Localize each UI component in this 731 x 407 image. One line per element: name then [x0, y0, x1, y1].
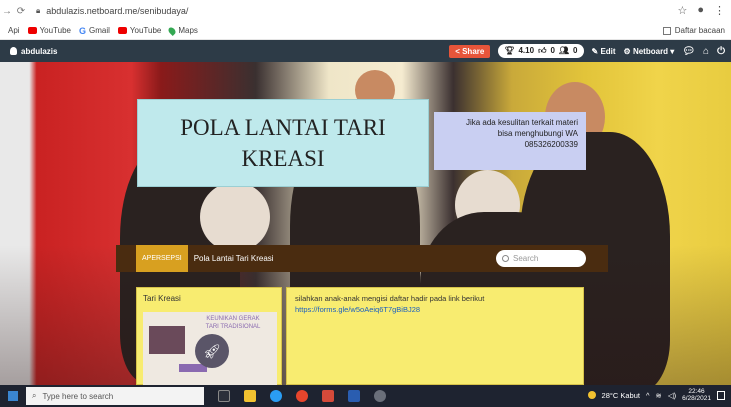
search-input[interactable]: Search [496, 250, 586, 267]
card-tari-kreasi[interactable]: Tari Kreasi KEUNIKAN GERAK TARI TRADISIO… [136, 287, 282, 386]
board-title-line2: KREASI [241, 146, 325, 171]
rating-value: 4.10 [518, 46, 535, 55]
reload-icon[interactable]: ⟳ [14, 6, 28, 17]
bookmark-apps[interactable]: Api [8, 26, 20, 35]
lock-icon: 🔒︎ [36, 6, 41, 15]
windows-start-icon[interactable] [8, 391, 18, 401]
notification-icon[interactable] [717, 390, 725, 400]
followers-value: 0 [573, 46, 578, 55]
followers-icon: 👥︎ [558, 46, 570, 55]
username: abdulazis [21, 46, 58, 56]
user-icon [10, 47, 17, 55]
board-toolbar: APERSEPSI Pola Lantai Tari Kreasi Search [116, 245, 608, 272]
windows-taskbar: ⌕ Type here to search 28°C Kabut ^ ≋ ◁) … [0, 385, 731, 407]
browser-actions: ☆ ● ⋮ [677, 4, 725, 17]
app-icon[interactable] [374, 390, 386, 402]
likes-value: 0 [550, 46, 555, 55]
search-icon: ⌕ [32, 391, 37, 400]
netboard-label: Netboard [632, 46, 669, 56]
word-icon[interactable] [348, 390, 360, 402]
reading-list-icon [662, 26, 671, 35]
rating-icon: 🏆︎ [504, 46, 515, 55]
edit-label: Edit [600, 46, 616, 56]
bookmark-gmail[interactable]: G Gmail [79, 26, 110, 36]
share-label: Share [462, 46, 485, 56]
clock[interactable]: 22:46 6/28/2021 [682, 388, 711, 403]
like-icon: 👍︎ [538, 46, 547, 55]
thumbnail-caption: KEUNIKAN GERAK TARI TRADISIONAL [193, 316, 273, 332]
navbar-actions: < Share 🏆︎ 4.10 👍︎ 0 👥︎ 0 ✎ Edit ⚙ Netboard… [449, 44, 725, 58]
power-icon[interactable]: ⏻ [717, 46, 725, 57]
bookmark-label: YouTube [129, 26, 162, 35]
youtube-icon [27, 27, 37, 34]
google-icon: G [79, 25, 87, 36]
card-attendance[interactable]: silahkan anak-anak mengisi daftar hadir … [286, 287, 584, 385]
board-title-card[interactable]: POLA LANTAI TARI KREASI [137, 99, 429, 187]
rocket-icon[interactable]: 🚀︎ [195, 334, 229, 368]
section-title: Pola Lantai Tari Kreasi [193, 254, 274, 263]
dancer-face [200, 182, 270, 252]
attendance-link[interactable]: https://forms.gle/w5oAeiq6T7gBiBJ28 [295, 305, 575, 316]
weather-icon [587, 391, 596, 400]
tray-chevron-icon[interactable]: ^ [646, 391, 650, 400]
netboard-menu[interactable]: ⚙ Netboard ▾ [624, 47, 675, 56]
screen: → ⟳ 🔒︎ abdulazis.netboard.me/senibudaya/… [0, 0, 731, 407]
edit-button[interactable]: ✎ Edit [592, 47, 616, 56]
site-navbar: abdulazis < Share 🏆︎ 4.10 👍︎ 0 👥︎ 0 ✎ Edit … [0, 40, 731, 62]
bookmark-youtube[interactable]: YouTube [27, 26, 71, 35]
reading-list[interactable]: Daftar bacaan [662, 26, 725, 35]
bookmark-label: Api [8, 26, 20, 35]
thumbnail-caption-line: TARI TRADISIONAL [205, 323, 261, 330]
thumbnail-caption-line: KEUNIKAN GERAK [206, 316, 260, 322]
bookmark-label: Maps [178, 26, 198, 35]
url-field[interactable]: abdulazis.netboard.me/senibudaya/ [46, 6, 188, 16]
board-title: POLA LANTAI TARI KREASI [180, 112, 385, 174]
bookmark-maps[interactable]: Maps [167, 25, 198, 36]
weather-text[interactable]: 28°C Kabut [602, 391, 640, 400]
browser-address-bar: → ⟳ 🔒︎ abdulazis.netboard.me/senibudaya/… [0, 0, 731, 22]
attendance-text: silahkan anak-anak mengisi daftar hadir … [295, 294, 485, 303]
system-tray: 28°C Kabut ^ ≋ ◁) 22:46 6/28/2021 [587, 388, 725, 403]
chrome-icon[interactable] [322, 390, 334, 402]
share-button[interactable]: < Share [449, 44, 491, 58]
forward-icon[interactable]: → [0, 6, 14, 17]
bookmark-label: Gmail [89, 26, 110, 35]
youtube-icon [117, 27, 127, 34]
card-thumbnail[interactable]: KEUNIKAN GERAK TARI TRADISIONAL 🚀︎ [143, 312, 277, 386]
contact-line: bisa menghubungi WA [497, 128, 578, 138]
maps-icon [167, 25, 178, 36]
bookmark-label: YouTube [39, 26, 71, 35]
clock-time: 22:46 [688, 388, 705, 395]
home-icon[interactable]: ⌂ [703, 46, 709, 57]
thumbnail-photo [149, 326, 185, 354]
file-explorer-icon[interactable] [244, 390, 256, 402]
contact-note-card[interactable]: Jika ada kesulitan terkait materi bisa m… [434, 112, 586, 170]
opera-icon[interactable] [296, 390, 308, 402]
contact-line: Jika ada kesulitan terkait materi [465, 118, 578, 127]
bookmark-youtube[interactable]: YouTube [117, 26, 162, 35]
chat-icon[interactable]: 💬︎ [682, 46, 695, 57]
user-menu[interactable]: abdulazis [10, 47, 57, 56]
search-placeholder: Search [513, 254, 539, 263]
edge-icon[interactable] [270, 390, 282, 402]
tab-apersepsi[interactable]: APERSEPSI [136, 245, 188, 272]
menu-dots-icon[interactable]: ⋮ [714, 4, 725, 17]
task-view-icon[interactable] [218, 390, 230, 402]
bookmarks-bar: Api YouTube G Gmail YouTube Maps Daftar … [0, 22, 731, 40]
extension-icon[interactable]: ● [697, 4, 704, 17]
board-stats[interactable]: 🏆︎ 4.10 👍︎ 0 👥︎ 0 [498, 44, 584, 58]
reading-list-label: Daftar bacaan [674, 26, 725, 35]
volume-icon[interactable]: ◁) [668, 391, 676, 400]
network-icon[interactable]: ≋ [656, 391, 662, 400]
bookmark-star-icon[interactable]: ☆ [677, 4, 687, 17]
card-header: Tari Kreasi [143, 294, 181, 303]
taskbar-search[interactable]: ⌕ Type here to search [26, 387, 204, 405]
taskbar-search-placeholder: Type here to search [42, 391, 114, 401]
clock-date: 6/28/2021 [682, 395, 711, 403]
contact-phone: 085326200339 [524, 139, 578, 149]
board-title-line1: POLA LANTAI TARI [180, 114, 386, 140]
search-icon [502, 255, 509, 262]
